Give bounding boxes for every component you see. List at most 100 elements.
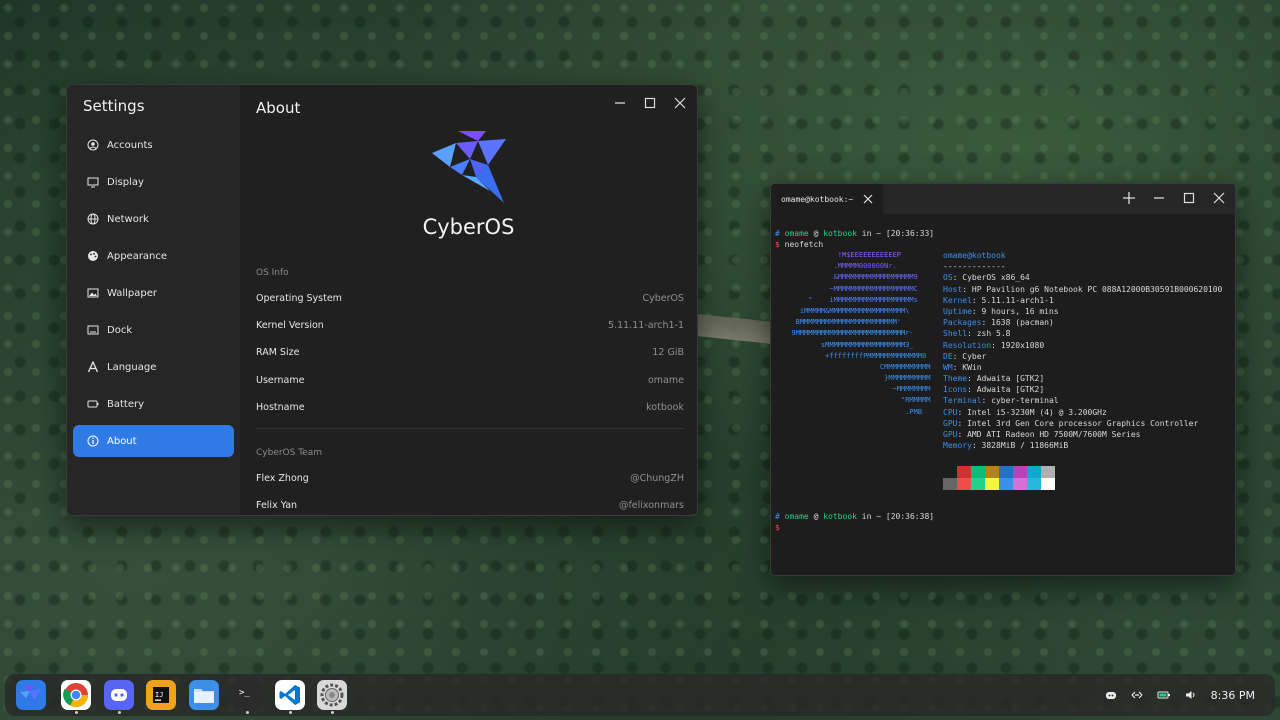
team-name: Flex Zhong bbox=[256, 473, 309, 484]
os-info-header: OS Info bbox=[256, 268, 289, 278]
brand-name: CyberOS bbox=[422, 215, 515, 239]
intellij-icon: IJ bbox=[146, 680, 176, 714]
palette-swatch bbox=[943, 478, 957, 490]
sidebar-item-language[interactable]: Language bbox=[73, 351, 234, 383]
new-tab-icon[interactable] bbox=[1121, 190, 1137, 206]
sidebar-item-about[interactable]: About bbox=[73, 425, 234, 457]
launcher-icon bbox=[16, 680, 46, 714]
dock-app-chrome[interactable] bbox=[61, 680, 91, 710]
neofetch-key: CPU bbox=[943, 407, 958, 417]
palette-swatch bbox=[957, 478, 971, 490]
dock-app-settings[interactable] bbox=[317, 680, 347, 710]
clock[interactable]: 8:36 PM bbox=[1211, 689, 1255, 702]
folder-icon bbox=[189, 680, 219, 714]
section-divider bbox=[256, 428, 684, 429]
battery-icon bbox=[87, 398, 99, 410]
neofetch-line: Memory: 3828MiB / 11866MiB bbox=[943, 441, 1069, 451]
sidebar-item-dock[interactable]: Dock bbox=[73, 314, 234, 346]
sidebar-item-label: Display bbox=[107, 176, 144, 188]
team-handle[interactable]: @felixonmars bbox=[619, 500, 684, 511]
neofetch-info: omame@kotbook ------------- OS: CyberOS … bbox=[943, 250, 1222, 451]
ascii-art-line: +ffffffffPMMMMMMMMMMMMM0 bbox=[783, 351, 927, 360]
sidebar-item-network[interactable]: Network bbox=[73, 203, 234, 235]
tab-close-icon[interactable] bbox=[863, 194, 873, 204]
ascii-art-line: BMMMMMMMMMMMMMMMMMMMMMMM' bbox=[783, 318, 902, 327]
ascii-art-line: .MMMMM000000Nr. bbox=[783, 262, 897, 271]
neofetch-value: Adwaita [GTK2] bbox=[976, 385, 1045, 395]
network-icon[interactable] bbox=[1131, 689, 1143, 701]
neofetch-key: Theme bbox=[943, 374, 968, 384]
palette-swatch bbox=[985, 478, 999, 490]
sidebar-item-appearance[interactable]: Appearance bbox=[73, 240, 234, 272]
neofetch-value: 1920x1080 bbox=[1000, 340, 1045, 350]
cursor-prompt: $ bbox=[775, 523, 780, 533]
dock-app-files[interactable] bbox=[189, 680, 219, 710]
info-row: Hostname kotbook bbox=[256, 394, 684, 421]
dock-app-discord[interactable] bbox=[104, 680, 134, 710]
neofetch-line: Theme: Adwaita [GTK2] bbox=[943, 374, 1045, 384]
discord-icon bbox=[104, 680, 134, 714]
dock-app-vscode[interactable] bbox=[275, 680, 305, 710]
info-key: RAM Size bbox=[256, 347, 300, 358]
minimize-icon[interactable] bbox=[1151, 190, 1167, 206]
ascii-art-line: " iMMMMMMMMMMMMMMMMMMMs bbox=[783, 295, 918, 304]
maximize-icon[interactable] bbox=[643, 95, 657, 109]
cyberos-logo-icon bbox=[432, 131, 506, 203]
neofetch-value: cyber-terminal bbox=[991, 396, 1059, 406]
language-icon bbox=[87, 361, 99, 373]
sidebar-item-accounts[interactable]: Accounts bbox=[73, 129, 234, 161]
info-key: Hostname bbox=[256, 402, 305, 413]
terminal-tab-title: omame@kotbook:~ bbox=[781, 194, 854, 204]
neofetch-value: HP Pavilion g6 Notebook PC 088A12000B305… bbox=[971, 284, 1223, 294]
sidebar-item-battery[interactable]: Battery bbox=[73, 388, 234, 420]
neofetch-key: Packages bbox=[943, 318, 982, 328]
settings-title: Settings bbox=[83, 97, 145, 115]
terminal-output[interactable]: # omame @ kotbook in ~ [20:36:33] $ neof… bbox=[775, 228, 1231, 575]
neofetch-value: Cyber bbox=[962, 351, 987, 361]
palette-swatch bbox=[1013, 478, 1027, 490]
neofetch-key: Shell bbox=[943, 329, 968, 339]
volume-icon[interactable] bbox=[1185, 689, 1197, 701]
palette-swatch bbox=[971, 466, 985, 478]
sidebar-item-display[interactable]: Display bbox=[73, 166, 234, 198]
info-value: 12 GiB bbox=[652, 347, 684, 358]
svg-text:>_: >_ bbox=[239, 688, 250, 698]
neofetch-line: Icons: Adwaita [GTK2] bbox=[943, 385, 1045, 395]
discord-tray-icon[interactable] bbox=[1105, 689, 1117, 701]
neofetch-line: Kernel: 5.11.11-arch1-1 bbox=[943, 295, 1054, 305]
sidebar-item-label: Language bbox=[107, 361, 157, 373]
neofetch-value: Adwaita [GTK2] bbox=[976, 374, 1045, 384]
close-icon[interactable] bbox=[1211, 190, 1227, 206]
info-row: Kernel Version 5.11.11-arch1-1 bbox=[256, 312, 684, 339]
system-tray: 8:36 PM bbox=[1105, 674, 1255, 716]
neofetch-key: GPU bbox=[943, 430, 958, 439]
maximize-icon[interactable] bbox=[1181, 190, 1197, 206]
team-row: Flex Zhong @ChungZH bbox=[256, 465, 684, 492]
sidebar-item-wallpaper[interactable]: Wallpaper bbox=[73, 277, 234, 309]
neofetch-value: Intel i5-3230M (4) @ 3.200GHz bbox=[967, 407, 1107, 417]
battery-icon[interactable] bbox=[1157, 689, 1171, 701]
chrome-icon bbox=[61, 680, 91, 714]
neofetch-key: Uptime bbox=[943, 306, 972, 316]
sidebar-item-label: Appearance bbox=[107, 250, 168, 262]
terminal-tab[interactable]: omame@kotbook:~ bbox=[771, 184, 883, 214]
info-key: Kernel Version bbox=[256, 320, 324, 331]
ascii-art-line: iMMMMM&MMMMMMMMMMMMMMMMMM\ bbox=[783, 306, 910, 315]
dock-app-launcher[interactable] bbox=[16, 680, 46, 710]
running-indicator bbox=[75, 711, 78, 714]
sidebar-item-label: Network bbox=[107, 213, 149, 225]
team-row: Felix Yan @felixonmars bbox=[256, 492, 684, 515]
neofetch-line: Host: HP Pavilion g6 Notebook PC 088A120… bbox=[943, 284, 1223, 294]
image-icon bbox=[87, 287, 99, 299]
dock-app-intellij[interactable]: IJ bbox=[146, 680, 176, 710]
neofetch-key: Host bbox=[943, 284, 963, 294]
dock-app-terminal[interactable]: >_ bbox=[232, 680, 262, 710]
info-value: CyberOS bbox=[642, 293, 684, 304]
neofetch-value: 3828MiB / 11866MiB bbox=[981, 441, 1069, 451]
team-handle[interactable]: @ChungZH bbox=[630, 473, 684, 484]
command-line: $ neofetch bbox=[775, 240, 824, 250]
neofetch-line: CPU: Intel i5-3230M (4) @ 3.200GHz bbox=[943, 407, 1107, 417]
minimize-icon[interactable] bbox=[613, 95, 627, 109]
close-icon[interactable] bbox=[673, 95, 687, 109]
neofetch-value: 1638 (pacman) bbox=[991, 318, 1054, 328]
